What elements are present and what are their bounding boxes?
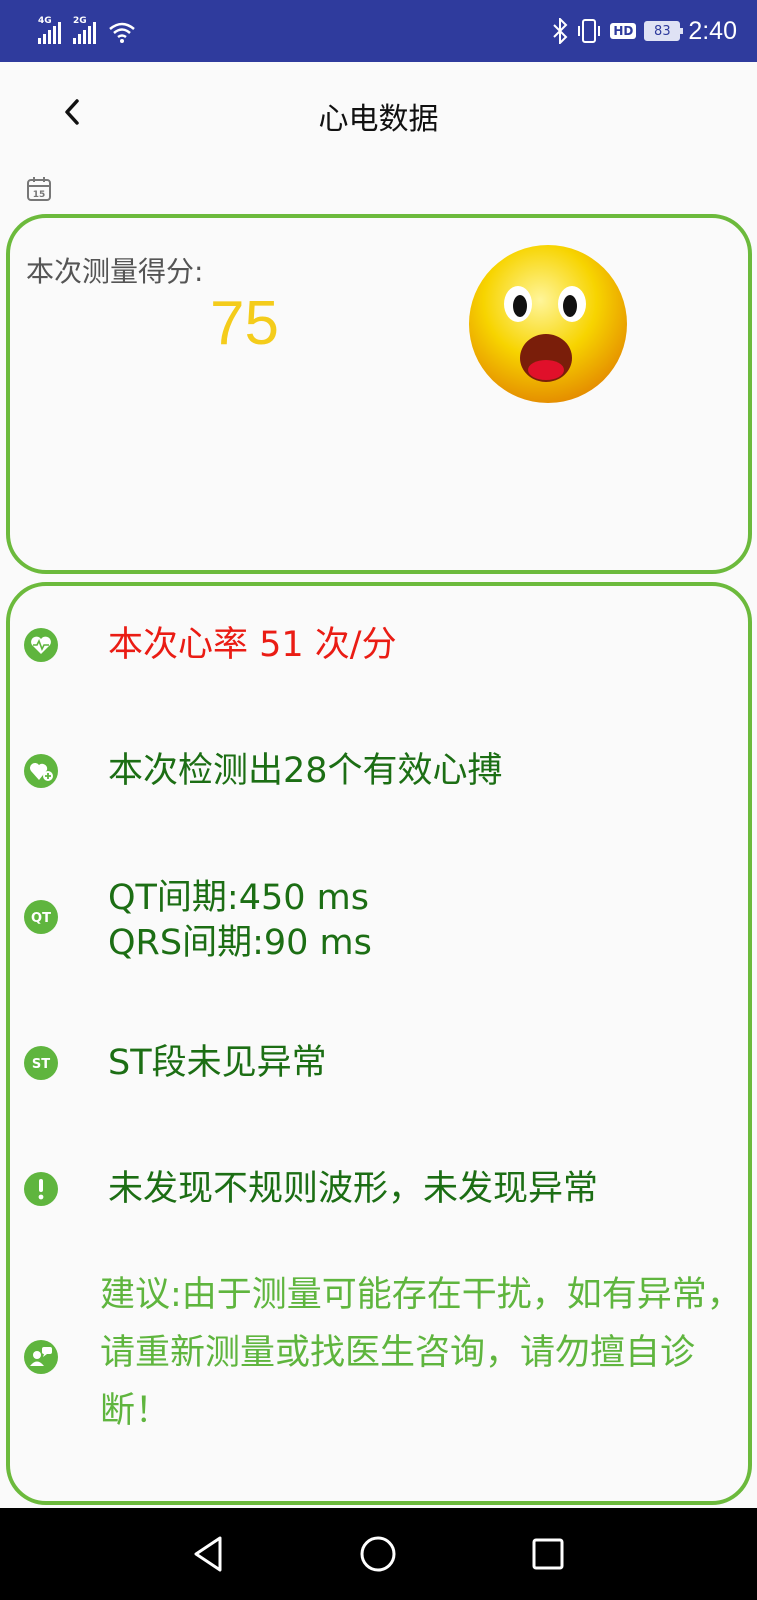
score-value: 75 [210,289,279,358]
wifi-icon [109,22,135,43]
signal-4g-tag: 4G [38,16,52,26]
heart-rate-icon [24,628,58,662]
status-right: HD 83 2:40 [552,14,737,48]
nav-home-icon[interactable] [356,1532,400,1576]
hd-badge: HD [610,23,637,39]
qt-interval-text: QT间期:450 ms [108,878,369,918]
interval-row: QT QT间期:450 ms QRS间期:90 ms [24,878,734,963]
st-icon: ST [24,1046,58,1080]
doctor-chat-icon [24,1340,58,1374]
status-bar: 4G 2G HD 83 2:40 [0,0,757,62]
advice-text: 建议:由于测量可能存在干扰，如有异常，请重新测量或找医生咨询，请勿擅自诊断！ [100,1275,742,1431]
svg-text:ST: ST [32,1057,50,1072]
vibrate-icon [578,19,601,43]
st-segment-text: ST段未见异常 [108,1042,327,1083]
waveform-text: 未发现不规则波形，未发现异常 [108,1168,599,1209]
st-segment-row: ST ST段未见异常 [24,1043,734,1083]
interval-texts: QT间期:450 ms QRS间期:90 ms [108,876,372,966]
beats-text: 本次检测出28个有效心搏 [108,750,503,791]
shocked-face-icon [469,245,627,403]
signal-2g-tag: 2G [73,16,87,26]
calendar-icon[interactable]: 15 [26,176,52,202]
beats-row: 本次检测出28个有效心搏 [24,751,734,791]
heart-rate-row: 本次心率 51 次/分 [24,625,734,665]
heart-plus-icon [24,754,58,788]
svg-text:15: 15 [33,190,46,200]
alert-icon [24,1172,58,1206]
qrs-interval-text: QRS间期:90 ms [108,923,372,963]
app-bar: 心电数据 [0,62,757,172]
signal-4g-icon: 4G [38,16,61,44]
advice-row: 建议:由于测量可能存在干扰，如有异常，请重新测量或找医生咨询，请勿擅自诊断！ [24,1275,742,1431]
bluetooth-icon [553,18,568,44]
navigation-bar [0,1508,757,1600]
nav-back-icon[interactable] [188,1532,232,1576]
heart-rate-text: 本次心率 51 次/分 [108,624,397,665]
nav-recents-icon[interactable] [526,1532,570,1576]
battery-level: 83 [654,23,671,39]
score-label: 本次测量得分: [26,255,204,288]
page-title: 心电数据 [318,102,439,137]
status-left: 4G 2G [38,16,136,44]
signal-2g-icon: 2G [73,16,96,44]
score-card: 本次测量得分: 75 [6,214,752,574]
results-card: 本次心率 51 次/分 本次检测出28个有效心搏 QT QT间期:450 ms … [6,582,752,1505]
battery-icon: 83 [644,21,684,41]
qt-icon: QT [24,900,58,934]
status-time: 2:40 [688,16,737,45]
svg-text:QT: QT [31,911,51,926]
waveform-row: 未发现不规则波形，未发现异常 [24,1169,734,1209]
